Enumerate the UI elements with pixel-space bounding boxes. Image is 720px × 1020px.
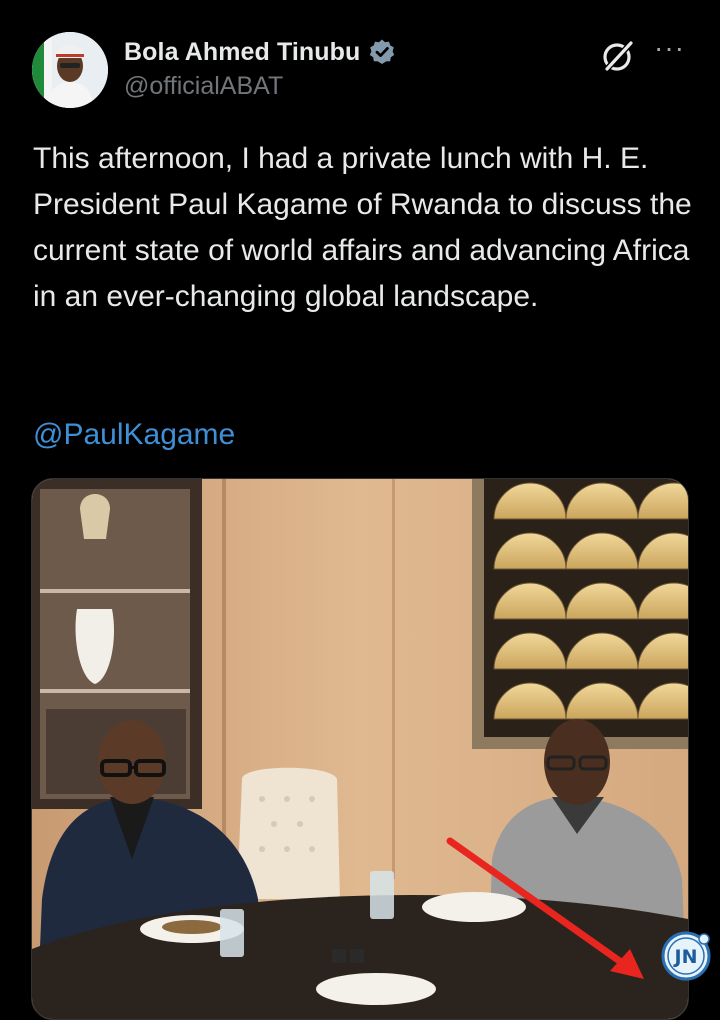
tweet: Bola Ahmed Tinubu @officialABAT ··· This… <box>0 0 720 1020</box>
jn-watermark-icon: JN <box>661 931 711 981</box>
tweet-text: This afternoon, I had a private lunch wi… <box>33 142 692 313</box>
verified-badge-icon <box>370 39 395 64</box>
avatar-photo <box>32 32 108 108</box>
more-options-icon[interactable]: ··· <box>654 34 688 64</box>
author-block: Bola Ahmed Tinubu @officialABAT <box>124 36 396 101</box>
mention-link[interactable]: @PaulKagame <box>33 412 235 458</box>
tweet-photo[interactable] <box>31 478 689 1020</box>
jn-watermark-label: JN <box>673 946 698 968</box>
author-name-row: Bola Ahmed Tinubu <box>124 36 396 68</box>
author-avatar[interactable] <box>32 32 108 108</box>
grok-icon[interactable] <box>598 36 638 76</box>
author-handle[interactable]: @officialABAT <box>124 72 396 101</box>
photo-illustration <box>32 479 688 1019</box>
author-display-name[interactable]: Bola Ahmed Tinubu <box>124 38 360 67</box>
